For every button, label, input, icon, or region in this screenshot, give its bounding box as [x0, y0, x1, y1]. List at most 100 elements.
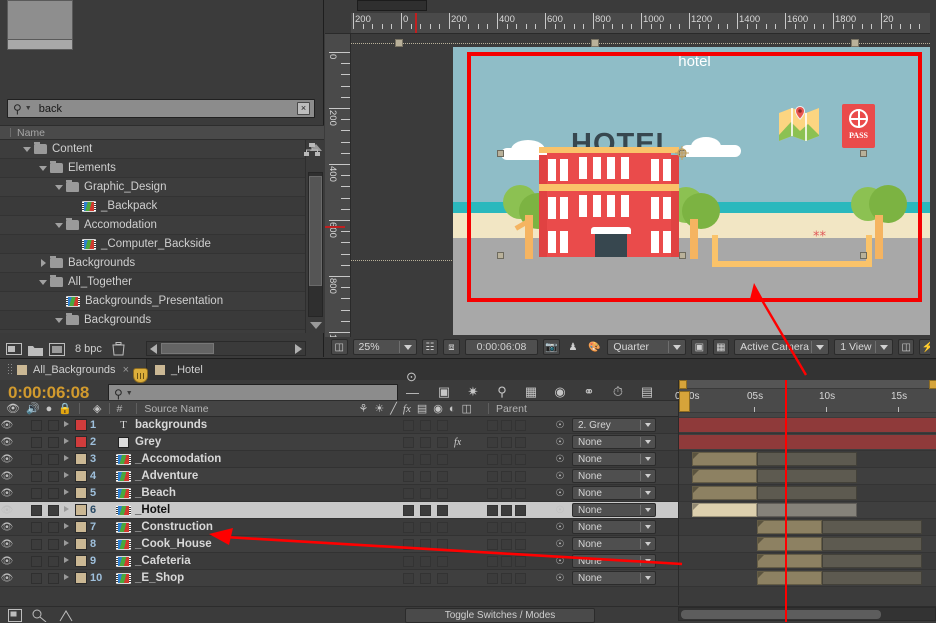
anchor-point-icon[interactable] — [675, 146, 689, 160]
project-tree-item[interactable]: _Backpack — [0, 197, 305, 216]
quality-switch[interactable] — [437, 436, 448, 448]
work-area-start-handle[interactable] — [679, 380, 687, 389]
timeline-bar-row[interactable] — [679, 553, 936, 570]
project-tree-item[interactable]: Backgrounds — [0, 254, 305, 273]
anchor-switch[interactable] — [403, 419, 414, 431]
parent-pick-whip-icon[interactable]: ☉ — [552, 417, 568, 433]
parent-pick-whip-icon[interactable]: ☉ — [552, 553, 568, 569]
composition-stage[interactable]: hotel HOTEL PASS ⁎⁎ — [351, 34, 936, 337]
timeline-bar-row[interactable] — [679, 485, 936, 502]
timeline-horizontal-scrollbar[interactable] — [678, 607, 936, 621]
frame-blend-switch[interactable] — [487, 453, 498, 465]
3d-layer-switch[interactable] — [515, 436, 526, 448]
layer-twirl-arrow[interactable] — [62, 536, 72, 552]
layer-visibility-toggle[interactable]: 👁 — [0, 417, 14, 433]
layer-visibility-toggle[interactable]: 👁 — [0, 451, 14, 467]
project-tree-item[interactable]: Graphic_Design — [0, 178, 305, 197]
shy-switch[interactable] — [420, 504, 431, 516]
project-horizontal-scrollbar[interactable] — [146, 341, 306, 356]
layer-name[interactable]: _Cook_House — [131, 536, 212, 552]
motion-blur-switch[interactable] — [501, 453, 512, 465]
3d-layer-switch[interactable] — [515, 504, 526, 516]
show-snapshot-icon[interactable]: ♟ — [565, 339, 581, 355]
zoom-in-timeline-icon[interactable] — [58, 609, 74, 622]
anchor-switch[interactable] — [403, 453, 414, 465]
layer-row[interactable]: 👁 3 _Accomodation ☉ None — [0, 451, 678, 468]
parent-pick-whip-icon[interactable]: ☉ — [552, 485, 568, 501]
anchor-switch[interactable] — [403, 487, 414, 499]
parent-dropdown[interactable]: None — [572, 435, 656, 449]
chevron-down-icon[interactable]: ▼ — [25, 105, 32, 112]
bit-depth-label[interactable]: 8 bpc — [75, 343, 102, 355]
hierarchy-icon[interactable] — [304, 143, 320, 157]
timeline-scroll-thumb[interactable] — [681, 610, 881, 619]
layer-label-color[interactable] — [75, 453, 87, 465]
viewer-timecode[interactable]: 0:00:06:08 — [464, 339, 539, 355]
twirl-arrow-icon[interactable] — [38, 163, 48, 173]
layer-visibility-toggle[interactable]: 👁 — [0, 434, 14, 450]
layer-twirl-arrow[interactable] — [62, 502, 72, 518]
region-of-interest-icon[interactable]: ◫ — [331, 339, 348, 355]
parent-pick-whip-icon[interactable]: ☉ — [552, 570, 568, 586]
layer-label-color[interactable] — [75, 572, 87, 584]
guide-handle[interactable] — [851, 39, 859, 47]
shy-switch[interactable] — [420, 470, 431, 482]
layer-row[interactable]: 👁 7 _Construction ☉ None — [0, 519, 678, 536]
grid-guides-icon[interactable]: ☷ — [421, 339, 439, 355]
show-channel-icon[interactable]: 🎨 — [586, 339, 602, 355]
anchor-switch[interactable] — [403, 521, 414, 533]
parent-dropdown[interactable]: None — [572, 537, 656, 551]
region-interest-icon[interactable]: ▣ — [691, 339, 708, 355]
timeline-bar-row[interactable] — [679, 417, 936, 434]
solo-toggle[interactable] — [31, 419, 42, 431]
parent-dropdown[interactable]: None — [572, 554, 656, 568]
layer-twirl-arrow[interactable] — [62, 468, 72, 484]
pixel-aspect-correction-icon[interactable]: ◫ — [897, 339, 915, 355]
layer-row[interactable]: 👁 5 _Beach ☉ None — [0, 485, 678, 502]
trash-icon[interactable] — [112, 342, 125, 356]
work-area-end-handle[interactable] — [929, 380, 936, 389]
layer-row[interactable]: 👁 9 _Cafeteria ☉ None — [0, 553, 678, 570]
composition-settings-icon[interactable] — [8, 609, 22, 622]
layer-row[interactable]: 👁 8 _Cook_House ☉ None — [0, 536, 678, 553]
solo-toggle[interactable] — [31, 470, 42, 482]
parent-dropdown[interactable]: None — [572, 520, 656, 534]
layer-row[interactable]: 👁 6 _Hotel ☉ None — [0, 502, 678, 519]
layer-visibility-toggle[interactable]: 👁 — [0, 468, 14, 484]
anchor-switch[interactable] — [403, 538, 414, 550]
layer-twirl-arrow[interactable] — [62, 434, 72, 450]
timeline-bar-row[interactable] — [679, 434, 936, 451]
solo-toggle[interactable] — [31, 487, 42, 499]
shy-switch[interactable] — [420, 521, 431, 533]
toggle-switches-modes-button[interactable]: Toggle Switches / Modes — [405, 608, 595, 623]
layer-name[interactable]: Grey — [131, 434, 161, 450]
twirl-arrow-icon[interactable] — [22, 144, 32, 154]
parent-pick-whip-icon[interactable]: ☉ — [552, 451, 568, 467]
layer-duration-bar[interactable] — [692, 469, 757, 483]
timeline-bar-row[interactable] — [679, 451, 936, 468]
draft-3d-icon[interactable]: ▣ — [435, 383, 453, 401]
motion-blur-switch[interactable] — [501, 470, 512, 482]
parent-dropdown[interactable]: None — [572, 571, 656, 585]
panel-grip[interactable] — [8, 363, 12, 376]
timeline-bar-row[interactable] — [679, 468, 936, 485]
quality-switch[interactable] — [437, 521, 448, 533]
quality-switch[interactable] — [437, 572, 448, 584]
timeline-bar-row[interactable] — [679, 536, 936, 553]
frame-blend-switch[interactable] — [487, 538, 498, 550]
layer-duration-bar[interactable] — [757, 469, 857, 483]
layer-duration-bar[interactable] — [822, 571, 922, 585]
quality-switch[interactable] — [437, 487, 448, 499]
layer-name[interactable]: _Hotel — [131, 502, 170, 518]
selection-handle[interactable] — [497, 150, 504, 157]
layer-visibility-toggle[interactable]: 👁 — [0, 519, 14, 535]
layer-visibility-toggle[interactable]: 👁 — [0, 570, 14, 586]
project-tree-item[interactable]: Backgrounds — [0, 311, 305, 330]
twirl-arrow-icon[interactable] — [54, 315, 64, 325]
view-layout-dropdown[interactable]: 1 View — [834, 339, 893, 355]
layer-duration-bar[interactable] — [757, 486, 857, 500]
fx-switch-icon[interactable]: fx — [454, 437, 461, 448]
chevron-down-icon[interactable]: ▼ — [126, 390, 133, 397]
graph-editor-icon[interactable]: ◉ — [551, 383, 569, 401]
layer-duration-bar[interactable] — [757, 554, 822, 568]
